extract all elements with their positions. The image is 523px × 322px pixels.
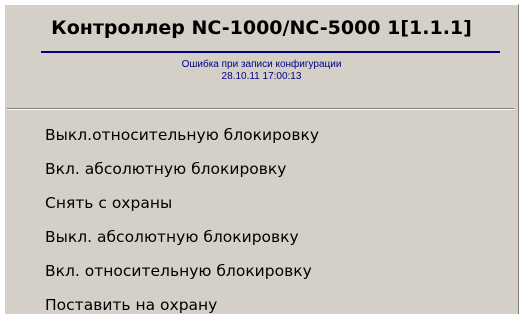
menu-item-enable-relative-lock[interactable]: Вкл. относительную блокировку — [45, 254, 505, 288]
menu-item-disable-relative-lock[interactable]: Выкл.относительную блокировку — [45, 118, 505, 152]
device-title: Контроллер NC-1000/NC-5000 1[1.1.1] — [51, 17, 472, 39]
menu-item-disarm[interactable]: Снять с охраны — [45, 186, 505, 220]
title-underline — [41, 51, 500, 53]
menu-item-disable-absolute-lock[interactable]: Выкл. абсолютную блокировку — [45, 220, 505, 254]
status-message: Ошибка при записи конфигурации 28.10.11 … — [5, 59, 518, 83]
menu-separator — [7, 108, 514, 110]
command-menu: Выкл.относительную блокировку Вкл. абсол… — [45, 118, 505, 322]
status-error-text: Ошибка при записи конфигурации — [181, 59, 342, 70]
context-menu-panel: Контроллер NC-1000/NC-5000 1[1.1.1] Ошиб… — [4, 4, 519, 314]
menu-header: Контроллер NC-1000/NC-5000 1[1.1.1] Ошиб… — [5, 5, 518, 109]
menu-item-arm[interactable]: Поставить на охрану — [45, 288, 505, 322]
status-timestamp: 28.10.11 17:00:13 — [221, 71, 302, 82]
menu-item-enable-absolute-lock[interactable]: Вкл. абсолютную блокировку — [45, 152, 505, 186]
